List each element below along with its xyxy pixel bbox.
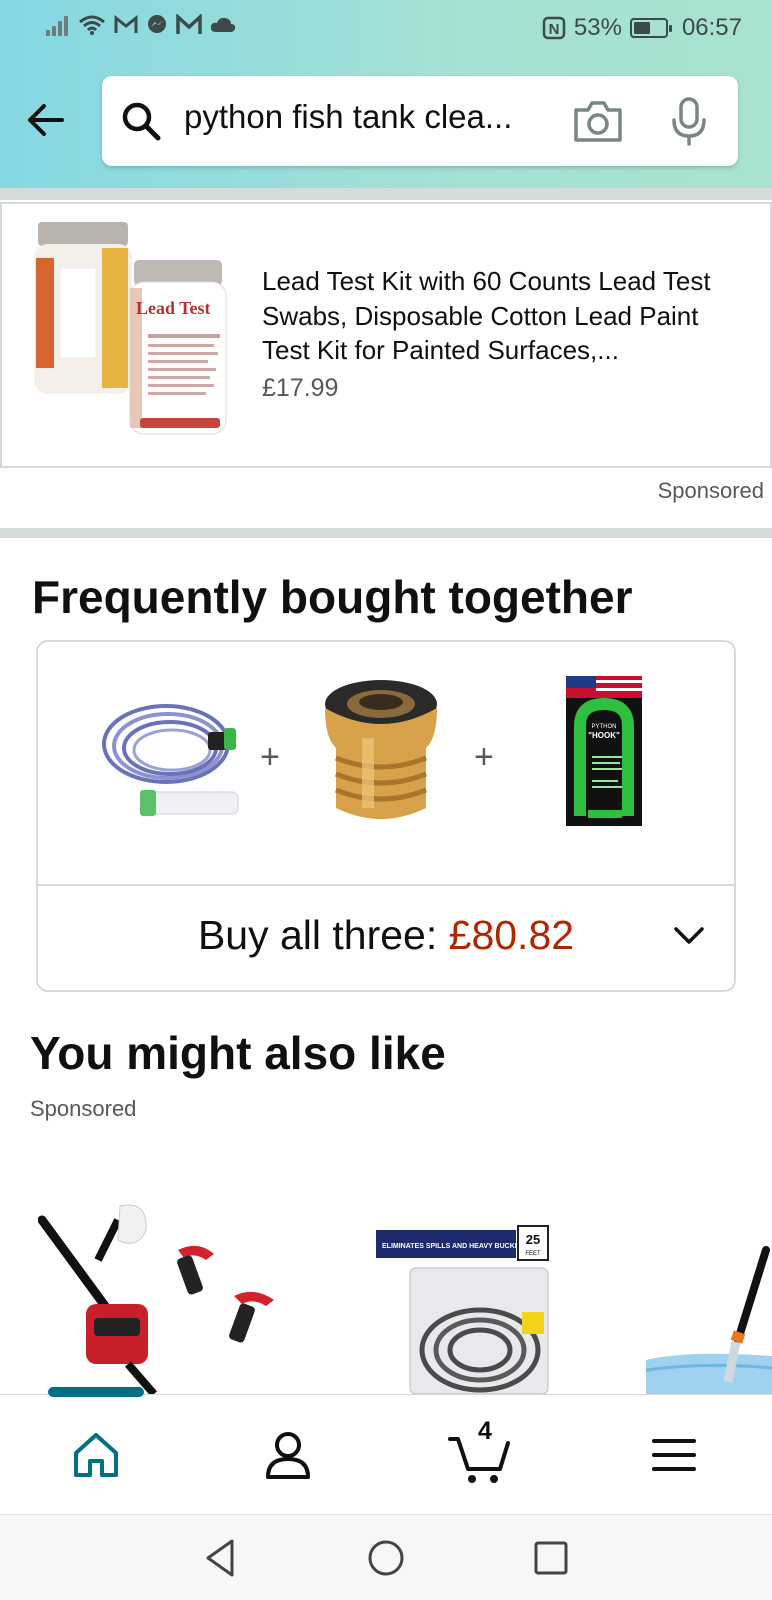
fbt-item-python-hook-image[interactable]: PYTHON "HOOK"	[566, 676, 642, 826]
fbt-plus: +	[474, 738, 494, 776]
clock: 06:57	[681, 14, 742, 41]
hook-brand: PYTHON	[591, 724, 616, 730]
cloud-icon	[210, 17, 236, 32]
status-right-icons: N 53% 06:57	[542, 14, 742, 42]
battery-icon	[629, 18, 672, 38]
gmail-icon	[114, 15, 138, 33]
fbt-buy-label: Buy all three:	[197, 912, 449, 958]
system-navigation-bar	[0, 1514, 772, 1600]
status-left-icons	[46, 14, 236, 36]
feet-label: FEET	[525, 1251, 541, 1257]
battery-percent: 53%	[573, 14, 622, 41]
system-home-icon[interactable]	[365, 1537, 407, 1579]
section-divider	[0, 528, 772, 538]
messenger-icon	[148, 15, 166, 33]
wifi-icon	[79, 15, 105, 35]
home-icon[interactable]	[66, 1425, 126, 1485]
fbt-items: + + PYTHON "HOOK"	[38, 642, 734, 886]
ymal-heading: You might also like	[30, 1027, 446, 1079]
app-header: N 53% 06:57 python fish tank clea...	[0, 0, 772, 188]
search-input[interactable]: python fish tank clea...	[184, 98, 512, 136]
menu-icon[interactable]	[644, 1425, 704, 1485]
gmail-icon	[176, 14, 202, 34]
battery-fill	[633, 22, 650, 34]
active-tab-indicator	[48, 1387, 144, 1397]
nfc-label: N	[548, 21, 559, 38]
feet-number: 25	[526, 1232, 540, 1247]
system-recents-icon[interactable]	[530, 1537, 572, 1579]
sponsored-product-title[interactable]: Lead Test Kit with 60 Counts Lead Test S…	[262, 264, 742, 368]
chevron-down-icon[interactable]	[672, 924, 706, 948]
account-icon[interactable]	[258, 1425, 318, 1485]
fbt-widget: + + PYTHON "HOOK" Buy all three: £80.82	[36, 640, 736, 992]
fbt-item-brass-adapter-image[interactable]	[322, 678, 440, 824]
product-image-lead-test-kit[interactable]: Lead Test	[30, 218, 240, 446]
signal-icon	[46, 14, 70, 36]
banner-text: ELIMINATES SPILLS AND HEAVY BUCKETS	[382, 1243, 529, 1250]
bottom-navigation: 4	[0, 1387, 772, 1514]
system-back-icon[interactable]	[200, 1537, 242, 1579]
search-icon	[122, 102, 161, 141]
fbt-item-hose-image[interactable]	[96, 694, 246, 819]
fbt-buy-price: £80.82	[448, 912, 575, 958]
search-bar[interactable]: python fish tank clea...	[102, 76, 738, 166]
recommendation-pump-image[interactable]	[38, 1200, 288, 1394]
product-image-label: Lead Test	[136, 298, 211, 318]
microphone-icon[interactable]	[668, 96, 710, 146]
status-bar: N 53% 06:57	[0, 0, 772, 60]
nfc-icon: N	[542, 16, 566, 40]
back-arrow-icon[interactable]	[22, 96, 70, 144]
sponsored-label[interactable]: Sponsored	[658, 478, 764, 504]
fbt-buy-all[interactable]: Buy all three: £80.82	[38, 912, 734, 959]
camera-icon[interactable]	[572, 98, 624, 144]
recommendation-gravel-cleaner-image[interactable]	[646, 1200, 772, 1394]
fbt-plus: +	[260, 738, 280, 776]
fbt-heading: Frequently bought together	[32, 571, 633, 623]
ymal-sponsored-label[interactable]: Sponsored	[30, 1096, 136, 1122]
cart-count: 4	[478, 1417, 492, 1445]
recommendation-water-changer-image[interactable]: ELIMINATES SPILLS AND HEAVY BUCKETS 25 F…	[372, 1200, 554, 1394]
sponsored-product-price: £17.99	[262, 374, 339, 402]
sponsored-product-card[interactable]: Lead Test Lead Test Kit with 60 Counts L…	[0, 202, 772, 468]
hook-name: "HOOK"	[588, 731, 620, 740]
section-divider	[0, 188, 772, 200]
